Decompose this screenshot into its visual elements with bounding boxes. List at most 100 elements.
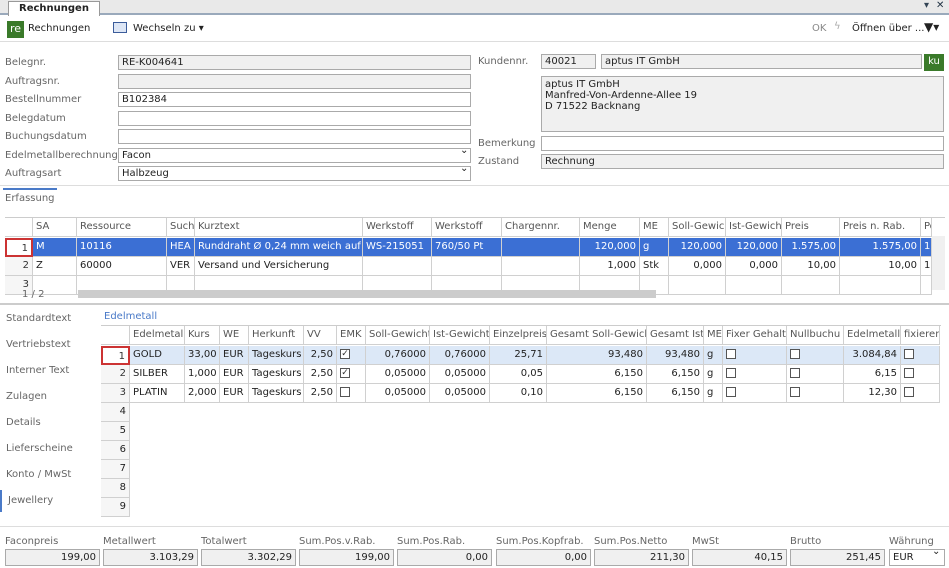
column-header[interactable]: Einzelpreis [490, 326, 547, 345]
column-header[interactable]: Menge [580, 218, 640, 237]
column-header[interactable]: fixieren [901, 326, 940, 345]
column-header[interactable]: WE [220, 326, 249, 345]
column-header[interactable]: EMK [337, 326, 366, 345]
ok-button[interactable]: OK [812, 23, 826, 34]
kundennr-field[interactable]: 40021 [541, 54, 596, 69]
column-header[interactable]: VV [304, 326, 337, 345]
checkbox[interactable] [726, 387, 736, 397]
checkbox[interactable] [904, 368, 914, 378]
row-number[interactable]: 3 [101, 384, 130, 403]
form-field[interactable]: B102384 [118, 92, 471, 107]
column-header[interactable]: Preis [782, 218, 840, 237]
column-header[interactable]: Ressource [77, 218, 167, 237]
kunde-field[interactable]: aptus IT GmbH [601, 54, 922, 69]
row-number[interactable]: 4 [101, 403, 130, 422]
nav-item-konto-mwst[interactable]: Konto / MwSt [0, 464, 95, 486]
chevron-down-icon[interactable]: ⌄ [460, 145, 468, 156]
table-cell[interactable] [901, 346, 940, 365]
column-header[interactable]: Preis n. Rab. [840, 218, 921, 237]
row-number[interactable]: 1 [101, 346, 130, 365]
checkbox[interactable] [790, 349, 800, 359]
checkbox[interactable] [340, 387, 350, 397]
switch-button[interactable]: Wechseln zu ▾ [133, 23, 204, 34]
row-number[interactable]: 9 [101, 498, 130, 517]
nav-item-standardtext[interactable]: Standardtext [0, 308, 95, 330]
column-header[interactable]: Werkstoff [363, 218, 432, 237]
nav-item-vertriebstext[interactable]: Vertriebstext [0, 334, 95, 356]
nav-item-lieferscheine[interactable]: Lieferscheine [0, 438, 95, 460]
row-number[interactable]: 8 [101, 479, 130, 498]
table-cell[interactable] [787, 384, 844, 403]
column-header[interactable]: Edelmetall [130, 326, 185, 345]
column-header[interactable] [5, 218, 33, 237]
ku-button[interactable]: ku [924, 54, 944, 71]
column-header[interactable]: Kurs [185, 326, 220, 345]
table-cell[interactable] [723, 365, 787, 384]
column-header[interactable]: Ist-Gewicht [430, 326, 490, 345]
table-row[interactable]: 1 GOLD 33,00 EUR Tageskurs 2,50 ✓ 0,76000 0,7600… [101, 346, 940, 365]
row-number[interactable]: 5 [101, 422, 130, 441]
open-via-button[interactable]: Öffnen über ... [852, 23, 924, 34]
tab-rechnungen[interactable]: Rechnungen [8, 1, 100, 16]
checkbox[interactable] [790, 368, 800, 378]
form-field[interactable]: Halbzeug [118, 166, 471, 181]
column-header[interactable]: Soll-Gewicht [366, 326, 430, 345]
row-number[interactable]: 2 [5, 257, 33, 276]
chevron-down-icon[interactable]: ⌄ [932, 546, 940, 557]
close-icon[interactable]: ✕ [936, 0, 944, 11]
row-number[interactable]: 2 [101, 365, 130, 384]
table-cell[interactable] [787, 346, 844, 365]
form-field[interactable] [118, 74, 471, 89]
column-header[interactable]: Soll-Gewic [669, 218, 726, 237]
table-row[interactable]: 2 Z 60000 VER Versand und Versicherung 1,000 S… [5, 257, 932, 276]
zustand-field[interactable]: Rechnung [541, 154, 944, 169]
row-number[interactable]: 6 [101, 441, 130, 460]
checkbox[interactable]: ✓ [340, 368, 350, 378]
table-cell[interactable] [723, 346, 787, 365]
column-header[interactable]: ME [640, 218, 669, 237]
chevron-down-icon[interactable]: ⌄ [460, 163, 468, 174]
address-box[interactable]: aptus IT GmbH Manfred-Von-Ardenne-Allee … [541, 76, 944, 132]
table-row[interactable]: 3 PLATIN 2,000 EUR Tageskurs 2,50 0,05000 0,050… [101, 384, 940, 403]
table-cell[interactable] [337, 384, 366, 403]
collapse-icon[interactable]: ▾ [924, 0, 929, 11]
column-header[interactable]: SA [33, 218, 77, 237]
table-cell[interactable] [787, 365, 844, 384]
column-header[interactable]: Such [167, 218, 195, 237]
tab-erfassung[interactable]: Erfassung [5, 193, 55, 204]
nav-item-interner-text[interactable]: Interner Text [0, 360, 95, 382]
row-number[interactable]: 1 [5, 238, 33, 257]
nav-item-zulagen[interactable]: Zulagen [0, 386, 95, 408]
splitter[interactable] [0, 303, 949, 305]
checkbox[interactable] [726, 349, 736, 359]
table-row[interactable]: 1 M 10116 HEA Runddraht Ø 0,24 mm weich auf … [5, 238, 932, 257]
column-header[interactable]: ME [704, 326, 723, 345]
column-header[interactable]: Po [921, 218, 932, 237]
column-header[interactable]: Fixer Gehalt [723, 326, 787, 345]
table-row[interactable]: 2 SILBER 1,000 EUR Tageskurs 2,50 ✓ 0,05000 0,05… [101, 365, 940, 384]
table-cell[interactable] [723, 384, 787, 403]
column-header[interactable]: Kurztext [195, 218, 363, 237]
nav-item-details[interactable]: Details [0, 412, 95, 434]
checkbox[interactable] [904, 387, 914, 397]
table-cell[interactable] [901, 365, 940, 384]
checkbox[interactable] [726, 368, 736, 378]
table-cell[interactable]: ✓ [337, 365, 366, 384]
toolbar-title[interactable]: Rechnungen [28, 23, 90, 34]
column-header[interactable] [101, 326, 130, 345]
column-header[interactable]: Chargennr. [502, 218, 580, 237]
checkbox[interactable] [904, 349, 914, 359]
column-header[interactable]: Werkstoff [432, 218, 502, 237]
column-header[interactable]: Gesamt Ist [647, 326, 704, 345]
form-field[interactable] [118, 111, 471, 126]
bemerkung-field[interactable] [541, 136, 944, 151]
form-field[interactable]: RE-K004641 [118, 55, 471, 70]
nav-item-jewellery[interactable]: Jewellery [0, 490, 95, 512]
column-header[interactable]: Ist-Gewich [726, 218, 782, 237]
column-header[interactable]: Gesamt Soll-Gewicht [547, 326, 647, 345]
table-cell[interactable]: ✓ [337, 346, 366, 365]
column-header[interactable]: Herkunft [249, 326, 304, 345]
checkbox[interactable] [790, 387, 800, 397]
checkbox[interactable]: ✓ [340, 349, 350, 359]
column-header[interactable]: Nullbuchu [787, 326, 844, 345]
